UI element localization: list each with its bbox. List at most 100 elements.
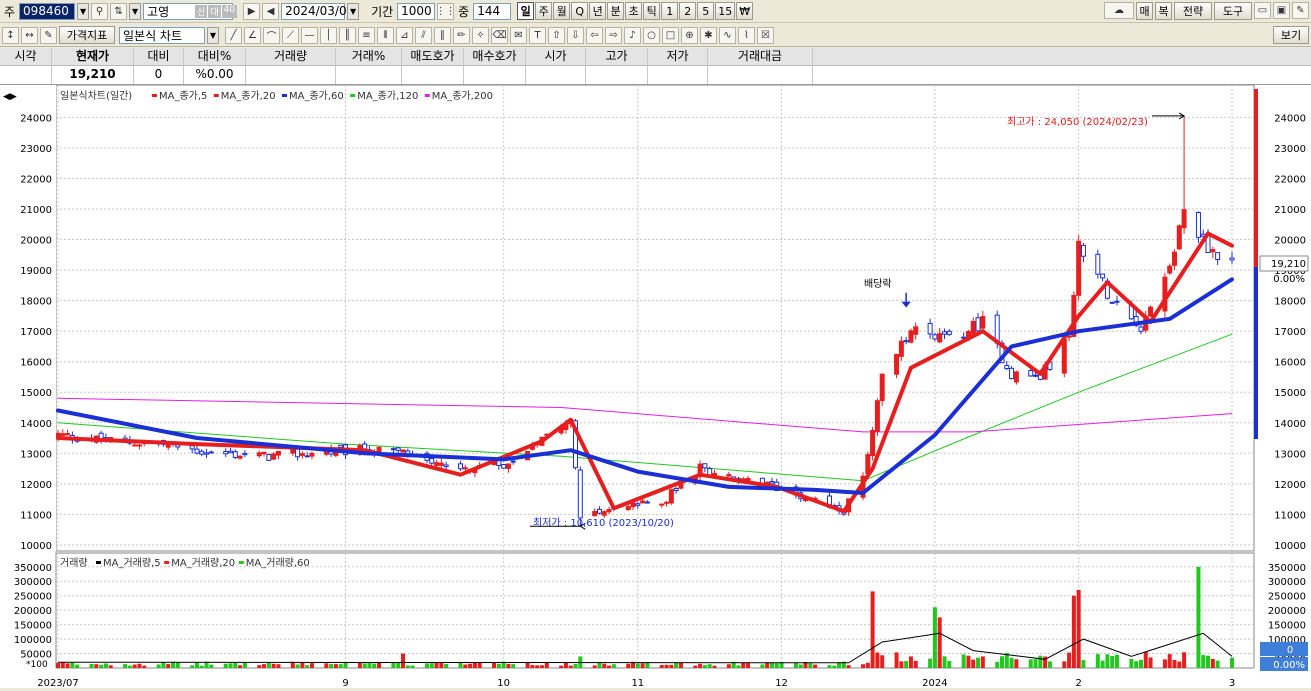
candle-body: [228, 450, 234, 454]
candle-body: [894, 354, 900, 375]
wave-icon[interactable]: ∿: [719, 26, 736, 44]
memo-icon[interactable]: ♪: [624, 26, 641, 44]
candle-body: [1009, 367, 1015, 380]
x-tick-label: 2024: [922, 678, 947, 688]
volume-bar: [664, 664, 669, 668]
date-input[interactable]: 2024/03/04: [281, 2, 354, 20]
eraser-icon[interactable]: ⌫: [491, 26, 508, 44]
search-icon[interactable]: ⚲: [91, 2, 109, 20]
arc-icon[interactable]: ⌒: [263, 26, 280, 44]
fib-time-icon[interactable]: ⦀: [377, 26, 394, 44]
fibonacci-icon[interactable]: ≡: [358, 26, 375, 44]
timeframe-month[interactable]: 월: [553, 2, 571, 20]
timeframe-quarter[interactable]: Q: [571, 2, 589, 20]
period-input[interactable]: 1000: [397, 2, 436, 20]
candle-body: [55, 432, 61, 437]
angle-icon[interactable]: ∠: [244, 26, 261, 44]
price-tick-label-right: 21000: [1274, 205, 1306, 216]
buy-sell-button[interactable]: 매: [1136, 2, 1153, 20]
chart-type-select[interactable]: 일본식 차트: [119, 26, 205, 44]
timeframe-second[interactable]: 초: [625, 2, 643, 20]
next-arrow-icon[interactable]: ▶: [243, 2, 261, 20]
stock-code-input[interactable]: 098460: [19, 2, 76, 20]
timeframe-minute[interactable]: 분: [607, 2, 625, 20]
candle-body: [1215, 252, 1221, 261]
timeframe-15[interactable]: 15: [715, 2, 736, 20]
arrow-left-icon[interactable]: ⇦: [586, 26, 603, 44]
timeframe-currency[interactable]: ₩: [736, 2, 754, 20]
sort-icon[interactable]: ⇅: [110, 2, 128, 20]
compound-button[interactable]: 복: [1155, 2, 1172, 20]
magic-icon[interactable]: ✧: [472, 26, 489, 44]
grid-icon[interactable]: ⋮⋮: [436, 2, 456, 20]
arrow-up-icon[interactable]: ⇧: [548, 26, 565, 44]
regression-icon[interactable]: ⊿: [396, 26, 413, 44]
date-dropdown-icon[interactable]: ▼: [347, 2, 360, 20]
current-price-label: 19,210: [1271, 259, 1306, 270]
cycle-lines-icon[interactable]: ║: [339, 26, 356, 44]
volume-bar: [458, 662, 463, 668]
price-indicator-button[interactable]: 가격지표: [59, 26, 115, 44]
chart-type-dropdown-icon[interactable]: ▼: [207, 26, 219, 44]
strategy-button[interactable]: 전략: [1174, 2, 1212, 20]
tools-button[interactable]: 도구: [1214, 2, 1252, 20]
arrow-down-icon[interactable]: ⇩: [567, 26, 584, 44]
volume-bar: [424, 663, 429, 668]
up-down-arrow-icon[interactable]: ↕: [2, 26, 19, 44]
volume-bar: [305, 665, 310, 668]
pencil-icon[interactable]: ✏: [453, 26, 470, 44]
horizontal-line-icon[interactable]: —: [301, 26, 318, 44]
text-icon[interactable]: T: [529, 26, 546, 44]
timeframe-tick[interactable]: 틱: [643, 2, 661, 20]
prev-arrow-icon[interactable]: ◀: [262, 2, 280, 20]
trendline-icon[interactable]: ╱: [225, 26, 242, 44]
volume-bar: [1162, 659, 1167, 668]
price-tick-label-left: 10000: [20, 541, 52, 552]
mountain-icon[interactable]: ⌇: [738, 26, 755, 44]
timeframe-5[interactable]: 5: [697, 2, 715, 20]
volume-bar: [223, 663, 228, 668]
zoom-icon[interactable]: ⊕: [681, 26, 698, 44]
code-dropdown-icon[interactable]: ▼: [77, 2, 90, 20]
parallel-icon[interactable]: ∥: [434, 26, 451, 44]
folder-icon[interactable]: ▭: [1254, 2, 1271, 19]
candle-body: [1028, 370, 1034, 377]
channel-icon[interactable]: ⫽: [415, 26, 432, 44]
bug-icon[interactable]: ✱: [700, 26, 717, 44]
timeframe-day[interactable]: 일: [517, 2, 535, 20]
zoom-input[interactable]: 144: [473, 2, 512, 20]
edit-icon[interactable]: ✎: [40, 26, 57, 44]
delete-all-icon[interactable]: ☒: [757, 26, 774, 44]
view-button[interactable]: 보기: [1273, 26, 1309, 44]
timeframe-week[interactable]: 주: [535, 2, 553, 20]
chart-area[interactable]: 10000 10000 11000 11000 12000 12000 13000 13000…: [0, 84, 1311, 689]
volume-bar: [410, 665, 415, 668]
rectangle-icon[interactable]: □: [662, 26, 679, 44]
vertical-line-icon[interactable]: │: [320, 26, 337, 44]
volume-bar: [1210, 658, 1215, 668]
candle-body: [462, 467, 468, 470]
cloud-icon[interactable]: ☁: [1104, 2, 1134, 19]
candle-body: [261, 451, 267, 455]
candle-body: [1148, 306, 1154, 317]
sort-dropdown-icon[interactable]: ▼: [129, 2, 142, 20]
note-icon[interactable]: ✉: [510, 26, 527, 44]
timeframe-2[interactable]: 2: [679, 2, 697, 20]
circle-icon[interactable]: ○: [643, 26, 660, 44]
volume-bar: [712, 665, 717, 668]
save-icon[interactable]: ▣: [1273, 2, 1290, 19]
left-right-arrow-icon[interactable]: ↔: [21, 26, 38, 44]
volume-bar: [65, 663, 70, 668]
timeframe-1[interactable]: 1: [661, 2, 679, 20]
chart-canvas[interactable]: 10000 10000 11000 11000 12000 12000 13000 13000…: [0, 84, 1311, 689]
candle-body: [659, 503, 665, 506]
volume-bar: [1062, 661, 1067, 668]
volume-legend-item: MA_거래량,5: [103, 557, 161, 569]
arrow-right-icon[interactable]: ⇨: [605, 26, 622, 44]
timeframe-year[interactable]: 년: [589, 2, 607, 20]
volume-bar: [707, 664, 712, 668]
fan-icon[interactable]: ⟋: [282, 26, 299, 44]
wrench-icon[interactable]: ✎: [1292, 2, 1309, 19]
candle-body: [194, 448, 200, 454]
volume-bar: [1167, 654, 1172, 668]
